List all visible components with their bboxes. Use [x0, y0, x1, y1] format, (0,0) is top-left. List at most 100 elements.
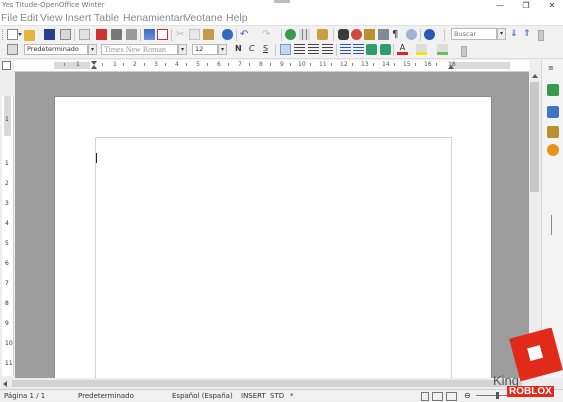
font-size-select[interactable]: 12 [192, 44, 218, 55]
table-icon[interactable] [299, 29, 310, 40]
autospellcheck-icon[interactable] [157, 29, 168, 40]
toolbar-overflow-icon[interactable] [461, 46, 467, 57]
cut-icon[interactable]: ✂ [176, 29, 187, 40]
print-icon[interactable] [111, 29, 122, 40]
zoom-out-icon[interactable]: ⊖ [464, 391, 471, 400]
format-paintbrush-icon[interactable] [222, 29, 233, 40]
search-input[interactable] [451, 28, 497, 40]
zoom-icon[interactable] [406, 29, 417, 40]
vruler-label: 3 [5, 200, 9, 207]
tab-stop-selector[interactable] [2, 61, 11, 70]
increase-indent-icon[interactable] [380, 44, 391, 55]
document-page[interactable] [54, 96, 492, 387]
decrease-indent-icon[interactable] [366, 44, 377, 55]
align-left-icon[interactable] [280, 44, 291, 55]
menu-insert[interactable]: Insert [65, 12, 91, 24]
ruler-tick [352, 63, 353, 66]
menu-view[interactable]: View [40, 12, 63, 24]
email-icon[interactable] [60, 29, 71, 40]
title-center-indicator [274, 0, 290, 3]
help-icon[interactable] [424, 29, 435, 40]
nonprinting-chars-icon[interactable]: ¶ [392, 29, 403, 40]
draw-functions-icon[interactable] [317, 29, 328, 40]
scroll-left-icon[interactable] [3, 381, 7, 387]
toolbar-grip-icon[interactable] [2, 29, 6, 40]
vertical-ruler[interactable]: 1 1 2 3 4 5 6 7 8 9 10 11 [2, 96, 14, 376]
menu-table[interactable]: Table [94, 12, 119, 24]
search-dropdown-icon[interactable]: ▾ [497, 28, 506, 40]
navigator-sidebar-icon[interactable] [547, 106, 559, 118]
ruler-label: 13 [361, 61, 369, 68]
menu-herramientas[interactable]: Henamientan [123, 12, 185, 24]
compass-icon[interactable] [547, 144, 559, 156]
hyperlink-icon[interactable] [285, 29, 296, 40]
sidebar-collapse-icon[interactable] [551, 215, 552, 235]
menu-ventana[interactable]: Veotane [184, 12, 223, 24]
menu-file[interactable]: File [1, 12, 18, 24]
vruler-label: 8 [5, 300, 9, 307]
ruler-tick [64, 63, 65, 66]
font-color-icon[interactable]: A [397, 44, 408, 55]
gallery-sidebar-icon[interactable] [547, 126, 559, 138]
navigator-icon[interactable] [351, 29, 362, 40]
horizontal-scrollbar[interactable] [0, 378, 563, 389]
properties-icon[interactable] [547, 84, 559, 96]
bullets-icon[interactable] [353, 44, 364, 55]
redo-icon[interactable]: ↷ [262, 29, 273, 40]
ruler-tick [394, 63, 395, 66]
paste-icon[interactable] [203, 29, 214, 40]
scroll-thumb[interactable] [530, 82, 539, 192]
styles-formatting-icon[interactable] [7, 44, 18, 55]
bold-button[interactable]: N [235, 44, 242, 53]
font-name-dropdown-icon[interactable]: ▾ [178, 44, 187, 55]
find-replace-icon[interactable] [338, 29, 349, 40]
spellcheck-icon[interactable] [144, 29, 155, 40]
print-preview-icon[interactable] [126, 29, 137, 40]
menu-edit[interactable]: Edit [20, 12, 38, 24]
justify-icon[interactable] [322, 44, 333, 55]
font-name-select[interactable]: Times New Roman [101, 44, 178, 55]
vruler-label: 5 [5, 240, 9, 247]
save-icon[interactable] [44, 29, 55, 40]
close-button[interactable]: ✕ [542, 0, 562, 12]
search-up-icon[interactable]: ⇑ [523, 29, 534, 40]
language-indicator[interactable]: Español (España) [172, 392, 233, 400]
undo-icon[interactable]: ↶ [240, 29, 251, 40]
sidebar-menu-icon[interactable]: ≡ [548, 64, 554, 72]
paragraph-style-select[interactable]: Predeterminado [24, 44, 88, 55]
copy-icon[interactable] [189, 29, 200, 40]
gallery-icon[interactable] [364, 29, 375, 40]
page-style-indicator[interactable]: Predeterminado [78, 392, 134, 400]
new-dropdown-icon[interactable] [18, 33, 22, 36]
ruler-label: 18 [448, 61, 456, 68]
search-down-icon[interactable]: ⇓ [510, 29, 521, 40]
underline-button[interactable]: S [263, 44, 268, 53]
ruler-label: 7 [238, 61, 242, 68]
highlighting-icon[interactable] [416, 44, 427, 55]
paragraph-style-dropdown-icon[interactable]: ▾ [88, 44, 97, 55]
selection-mode-indicator[interactable]: STD [270, 392, 284, 400]
scroll-up-icon[interactable] [532, 74, 538, 78]
insert-mode-indicator[interactable]: INSERT [241, 392, 266, 400]
background-color-icon[interactable] [437, 44, 448, 55]
numbering-icon[interactable] [340, 44, 351, 55]
font-size-dropdown-icon[interactable]: ▾ [218, 44, 227, 55]
minimize-button[interactable]: — [490, 0, 510, 12]
menu-help[interactable]: Help [226, 12, 248, 24]
indent-marker-icon[interactable] [91, 65, 97, 69]
scroll-thumb[interactable] [12, 380, 522, 387]
export-pdf-icon[interactable] [96, 29, 107, 40]
ruler-label: 1 [113, 61, 117, 68]
data-sources-icon[interactable] [378, 29, 389, 40]
new-document-icon[interactable] [7, 29, 18, 40]
align-center-icon[interactable] [294, 44, 305, 55]
maximize-button[interactable]: ❐ [516, 0, 536, 12]
align-right-icon[interactable] [308, 44, 319, 55]
page-indicator[interactable]: Página 1 / 1 [4, 392, 45, 400]
horizontal-ruler[interactable]: 1 1 2 3 4 5 6 7 8 9 10 11 12 13 14 15 16… [14, 60, 529, 72]
ruler-tick [331, 63, 332, 66]
edit-file-icon[interactable] [79, 29, 90, 40]
italic-button[interactable]: C [249, 44, 255, 53]
toolbar-overflow-icon[interactable] [538, 30, 544, 41]
open-folder-icon[interactable] [24, 30, 35, 41]
